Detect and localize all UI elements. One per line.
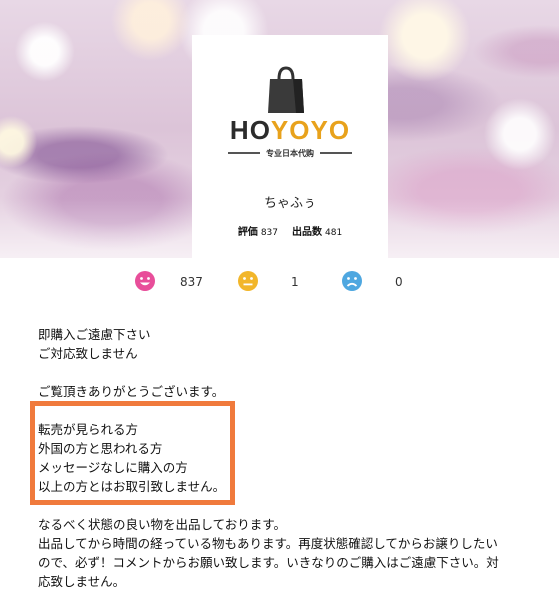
description-line: 出品してから時間の経っている物もあります。再度状態確認してからお譲りしたい — [38, 536, 498, 551]
shop-profile-card: HOYOYO 专业日本代购 ちゃふぅ 評価 837 出品数 481 — [192, 35, 388, 258]
description-line: ご覧頂きありがとうございます。 — [38, 384, 225, 399]
logo-wordmark: HOYOYO — [192, 115, 388, 146]
sad-face-icon[interactable] — [341, 270, 363, 292]
shop-name[interactable]: ちゃふぅ — [192, 192, 388, 211]
logo-subtitle-text: 专业日本代购 — [266, 148, 314, 158]
description-line: 以上の方とはお取引致しません。 — [38, 479, 226, 494]
description-line: メッセージなしに購入の方 — [38, 460, 188, 475]
bad-rating-count: 0 — [395, 275, 403, 289]
description-line: 応致しません。 — [38, 574, 126, 589]
description-line: ご対応致しません — [38, 346, 138, 361]
logo-text-part1: HO — [229, 115, 271, 145]
description-highlighted-block: 転売が見られる方 外国の方と思われる方 メッセージなしに購入の方 以上の方とはお… — [38, 420, 528, 496]
logo-divider-right — [320, 152, 352, 154]
description-line: ので、必ず！コメントからお願い致します。いきなりのご購入はご遠慮下さい。対 — [38, 555, 499, 570]
good-rating-count: 837 — [180, 275, 203, 289]
description-line: なるべく状態の良い物を出品しております。 — [38, 517, 287, 532]
rating-stat[interactable]: 評価 837 — [238, 223, 278, 238]
logo-divider-left — [228, 152, 260, 154]
ratings-summary: 837 1 0 — [0, 266, 559, 296]
description-line: 即購入ご遠慮下さい — [38, 327, 151, 342]
neutral-face-icon[interactable] — [237, 270, 259, 292]
listings-value: 481 — [325, 228, 343, 238]
smile-face-icon[interactable] — [134, 270, 156, 292]
description-line: 外国の方と思われる方 — [38, 441, 163, 456]
shop-logo: HOYOYO 专业日本代购 — [192, 65, 388, 165]
description-block-3: なるべく状態の良い物を出品しております。 出品してから時間の経っている物もありま… — [38, 515, 528, 591]
rating-label: 評価 — [237, 227, 258, 238]
listings-stat[interactable]: 出品数 481 — [292, 223, 342, 238]
description-block-2: ご覧頂きありがとうございます。 — [38, 382, 528, 401]
rating-value: 837 — [260, 228, 278, 238]
listings-label: 出品数 — [292, 227, 322, 238]
logo-subtitle: 专业日本代购 — [192, 145, 388, 161]
shop-stats: 評価 837 出品数 481 — [192, 223, 388, 238]
logo-text-part2: YOYO — [270, 115, 351, 145]
normal-rating-count: 1 — [291, 275, 299, 289]
shopping-bag-icon — [268, 66, 304, 113]
description-block-1: 即購入ご遠慮下さい ご対応致しません — [38, 325, 528, 363]
description-line: 転売が見られる方 — [38, 422, 139, 437]
